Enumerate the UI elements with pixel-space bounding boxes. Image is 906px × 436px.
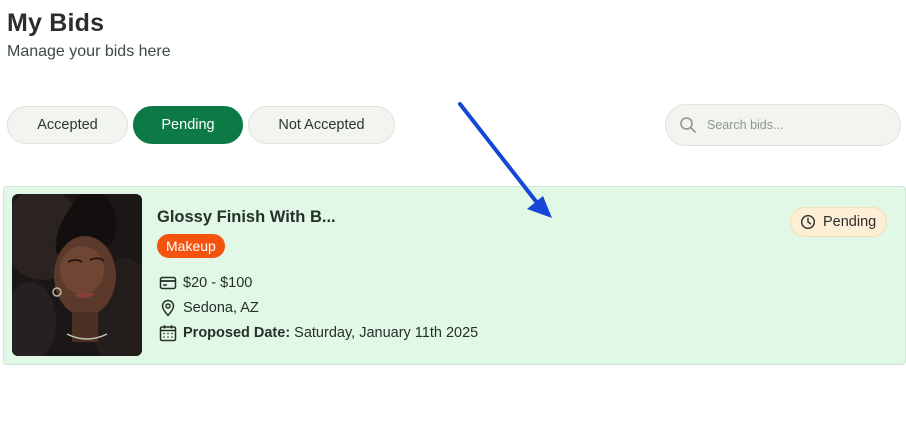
status-badge: Pending — [790, 207, 888, 237]
search-icon — [679, 116, 697, 134]
bid-title[interactable]: Glossy Finish With B... — [157, 208, 336, 227]
clock-icon — [800, 214, 816, 230]
price-range-row: $20 - $100 — [159, 274, 252, 292]
calendar-icon — [159, 324, 177, 342]
location-pin-icon — [159, 299, 177, 317]
bid-status-tabs: Accepted Pending Not Accepted — [7, 106, 395, 144]
proposed-date: Saturday, January 11th 2025 — [294, 325, 479, 341]
price-range: $20 - $100 — [183, 275, 253, 291]
credit-card-icon — [159, 274, 177, 292]
tab-accepted[interactable]: Accepted — [7, 106, 128, 144]
search-box[interactable] — [665, 104, 901, 146]
tab-not-accepted[interactable]: Not Accepted — [248, 106, 395, 144]
proposed-date-row: Proposed Date: Saturday, January 11th 20… — [159, 324, 478, 342]
bid-card[interactable]: Glossy Finish With B... Makeup $20 - $10… — [3, 186, 906, 365]
location-row: Sedona, AZ — [159, 299, 259, 317]
page-subtitle: Manage your bids here — [7, 43, 171, 60]
category-badge: Makeup — [157, 234, 225, 258]
location: Sedona, AZ — [183, 300, 259, 316]
search-input[interactable] — [707, 118, 887, 132]
status-label: Pending — [823, 214, 877, 230]
proposed-date-label: Proposed Date: — [183, 325, 291, 341]
bid-thumbnail — [12, 194, 142, 356]
tab-pending[interactable]: Pending — [133, 106, 243, 144]
page-title: My Bids — [7, 9, 105, 37]
